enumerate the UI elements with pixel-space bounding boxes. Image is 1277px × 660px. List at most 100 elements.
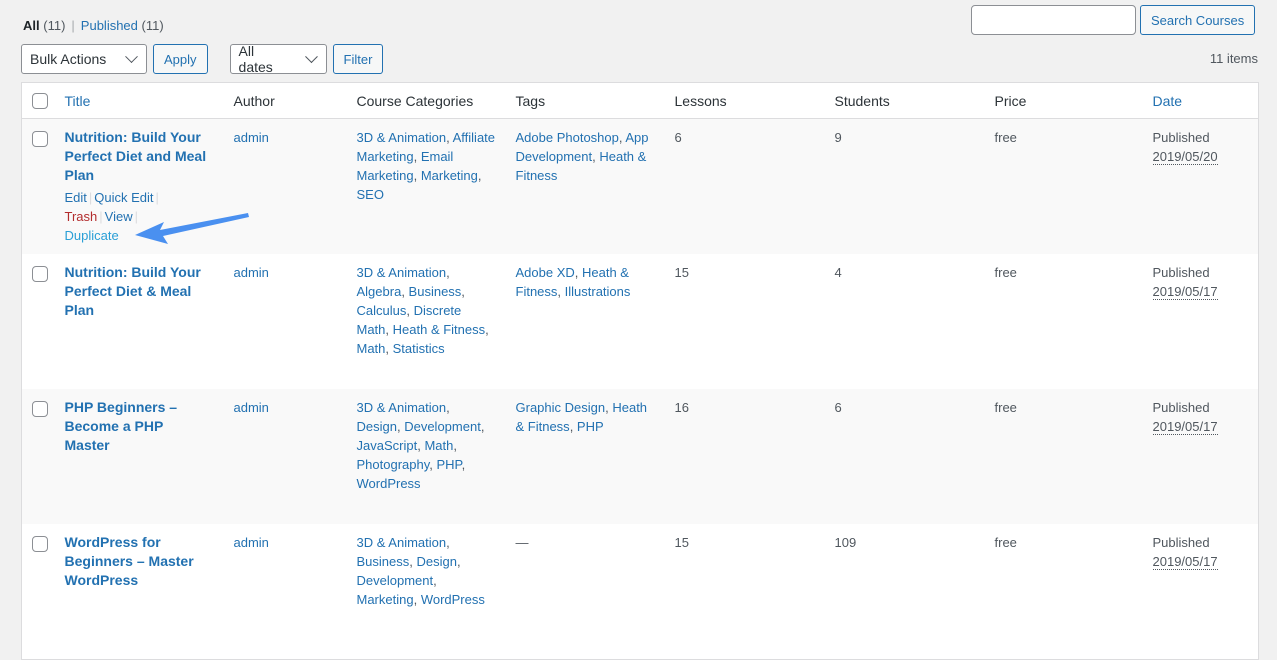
select-all-checkbox[interactable] [32, 93, 48, 109]
category-link[interactable]: Business [357, 554, 410, 569]
tags-cell: Adobe XD, Heath & Fitness, Illustrations [515, 265, 631, 299]
bulk-actions-select[interactable]: Bulk Actions [21, 44, 147, 74]
table-row: WordPress for Beginners – Master WordPre… [22, 524, 1259, 659]
author-cell: admin [224, 254, 347, 389]
author-link[interactable]: admin [234, 400, 269, 415]
view-link[interactable]: View [105, 209, 133, 224]
category-link[interactable]: Business [409, 284, 462, 299]
categories-cell: 3D & Animation, Algebra, Business, Calcu… [356, 265, 489, 356]
lessons-cell: 16 [674, 400, 689, 415]
view-published-label: Published [80, 18, 138, 33]
category-link[interactable]: 3D & Animation [357, 535, 447, 550]
sort-title-link[interactable]: Title [65, 93, 91, 109]
column-title[interactable]: Title [54, 82, 224, 119]
row-checkbox[interactable] [32, 131, 48, 147]
category-link[interactable]: 3D & Animation [357, 400, 447, 415]
tags-cell: Graphic Design, Heath & Fitness, PHP [515, 400, 648, 434]
category-link[interactable]: 3D & Animation [357, 130, 447, 145]
category-link[interactable]: PHP [437, 457, 462, 472]
title-cell: Nutrition: Build Your Perfect Diet & Mea… [55, 254, 224, 389]
column-lessons: Lessons [664, 82, 825, 119]
duplicate-link[interactable]: Duplicate [65, 228, 119, 243]
author-cell: admin [224, 389, 347, 524]
row-checkbox-cell [22, 119, 55, 255]
category-link[interactable]: Design [357, 419, 397, 434]
category-link[interactable]: Math [424, 438, 453, 453]
course-title-link[interactable]: PHP Beginners – Become a PHP Master [65, 398, 210, 455]
category-link[interactable]: Math [357, 341, 386, 356]
title-cell: PHP Beginners – Become a PHP Master [55, 389, 224, 524]
course-title-link[interactable]: Nutrition: Build Your Perfect Diet and M… [65, 128, 210, 185]
tag-link[interactable]: PHP [577, 419, 604, 434]
students-cell: 6 [834, 400, 842, 415]
date-cell: Published 2019/05/17 [1143, 524, 1259, 659]
dates-select[interactable]: All dates [229, 43, 327, 75]
column-date[interactable]: Date [1142, 82, 1259, 119]
date-value: 2019/05/20 [1152, 149, 1218, 165]
table-row: Nutrition: Build Your Perfect Diet & Mea… [22, 254, 1259, 389]
category-link[interactable]: Development [404, 419, 481, 434]
view-all-label: All [23, 18, 40, 33]
category-link[interactable]: Photography [357, 457, 430, 472]
view-published-link[interactable]: Published (11) [81, 18, 164, 33]
search-courses-button[interactable]: Search Courses [1140, 5, 1256, 35]
category-link[interactable]: WordPress [357, 476, 421, 491]
course-title-link[interactable]: Nutrition: Build Your Perfect Diet & Mea… [65, 263, 210, 320]
tags-empty: — [515, 535, 529, 550]
category-link[interactable]: Statistics [393, 341, 445, 356]
category-link[interactable]: JavaScript [357, 438, 418, 453]
category-link[interactable]: SEO [357, 187, 384, 202]
quick-edit-link[interactable]: Quick Edit [94, 190, 153, 205]
category-link[interactable]: Algebra [357, 284, 402, 299]
lessons-cell: 6 [674, 130, 682, 145]
row-checkbox[interactable] [32, 401, 48, 417]
category-link[interactable]: Marketing [357, 592, 414, 607]
students-cell: 109 [834, 535, 857, 550]
category-link[interactable]: Marketing [421, 168, 478, 183]
category-link[interactable]: WordPress [421, 592, 485, 607]
row-checkbox[interactable] [32, 266, 48, 282]
categories-cell: 3D & Animation, Business, Design, Develo… [356, 535, 485, 607]
tags-cell: Adobe Photoshop, App Development, Heath … [515, 130, 649, 183]
tag-link[interactable]: Adobe XD [516, 265, 575, 280]
category-link[interactable]: Design [416, 554, 456, 569]
tag-link[interactable]: Graphic Design [516, 400, 606, 415]
tag-link[interactable]: Adobe Photoshop [516, 130, 619, 145]
trash-link[interactable]: Trash [65, 209, 98, 224]
dates-value: All dates [238, 43, 273, 75]
author-link[interactable]: admin [234, 265, 269, 280]
status-label: Published [1152, 265, 1210, 280]
status-label: Published [1152, 400, 1210, 415]
status-views: All (11) | Published (11) [23, 18, 164, 33]
view-all-link[interactable]: All (11) [23, 18, 65, 33]
row-checkbox-cell [22, 254, 55, 389]
lessons-cell: 15 [674, 535, 689, 550]
date-value: 2019/05/17 [1152, 554, 1218, 570]
author-link[interactable]: admin [234, 130, 269, 145]
column-tags: Tags [505, 82, 665, 119]
filter-button[interactable]: Filter [332, 44, 384, 74]
table-header-row: Title Author Course Categories Tags Less… [21, 82, 1259, 119]
category-link[interactable]: Development [357, 573, 434, 588]
category-link[interactable]: 3D & Animation [357, 265, 447, 280]
select-all-cell [21, 82, 55, 119]
tags-cell: — [506, 524, 665, 659]
date-value: 2019/05/17 [1152, 419, 1218, 435]
tag-link[interactable]: Illustrations [565, 284, 631, 299]
row-checkbox[interactable] [32, 536, 48, 552]
search-input[interactable] [971, 5, 1136, 35]
column-categories: Course Categories [346, 82, 506, 119]
category-link[interactable]: Heath & Fitness [393, 322, 486, 337]
column-author: Author [223, 82, 347, 119]
status-label: Published [1152, 130, 1210, 145]
table-row: PHP Beginners – Become a PHP Master admi… [21, 389, 1259, 524]
edit-link[interactable]: Edit [65, 190, 87, 205]
sort-date-link[interactable]: Date [1153, 93, 1183, 109]
category-link[interactable]: Calculus [357, 303, 407, 318]
date-cell: Published 2019/05/17 [1143, 389, 1259, 524]
page-scrollbar[interactable] [1271, 0, 1277, 607]
row-checkbox-cell [22, 389, 55, 524]
apply-button[interactable]: Apply [153, 44, 208, 74]
course-title-link[interactable]: WordPress for Beginners – Master WordPre… [65, 533, 210, 590]
author-link[interactable]: admin [234, 535, 269, 550]
